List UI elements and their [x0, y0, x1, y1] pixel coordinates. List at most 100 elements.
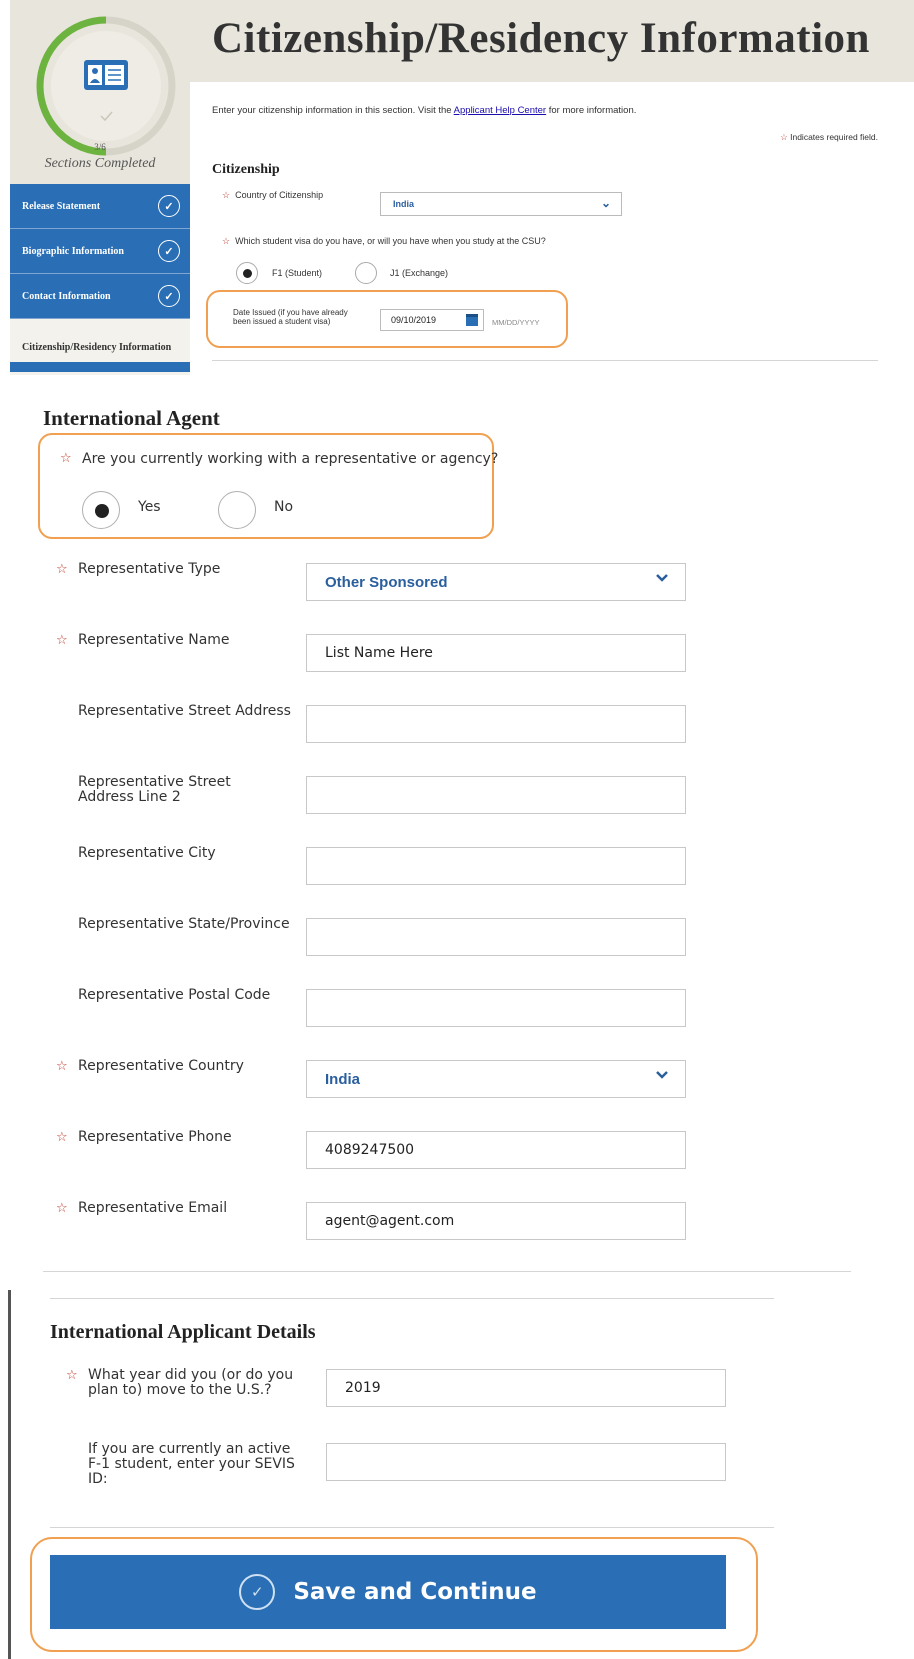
page-title: Citizenship/Residency Information: [212, 15, 870, 62]
agent-no-radio[interactable]: [218, 491, 256, 529]
agent-yes-radio[interactable]: [82, 491, 120, 529]
divider: [43, 1271, 851, 1272]
agent-no-label: No: [274, 499, 294, 515]
intro-text-end: for more information.: [546, 105, 637, 116]
label-text: Representative Phone: [78, 1129, 232, 1145]
representative-type-select[interactable]: Other Sponsored: [306, 563, 686, 601]
check-circle-icon: ✓: [158, 195, 180, 217]
required-star-icon: ☆: [56, 1130, 68, 1145]
representative-type-label: ☆ Representative Type: [56, 561, 221, 578]
date-value: 09/10/2019: [391, 315, 437, 325]
sidebar-item-label: Biographic Information: [22, 245, 124, 257]
representative-email-input[interactable]: agent@agent.com: [306, 1202, 686, 1240]
selected-value: India: [393, 199, 415, 209]
sidebar-item-release-statement[interactable]: Release Statement ✓: [10, 184, 190, 229]
label-text: Representative Country: [78, 1058, 244, 1074]
representative-name-label: ☆ Representative Name: [56, 632, 230, 649]
left-accent-bar: [8, 1290, 11, 1659]
required-star-icon: ☆: [56, 1201, 68, 1216]
label-text: Are you currently working with a represe…: [82, 451, 499, 467]
visa-question-label: ☆ Which student visa do you have, or wil…: [222, 236, 546, 247]
sidebar-item-label: Contact Information: [22, 290, 111, 302]
required-star-icon: ☆: [56, 562, 68, 577]
representative-street2-label: Representative Street Address Line 2: [78, 774, 231, 805]
representative-state-input[interactable]: [306, 918, 686, 956]
representative-phone-input[interactable]: 4089247500: [306, 1131, 686, 1169]
representative-city-label: Representative City: [78, 845, 216, 861]
agent-question-label: ☆ Are you currently working with a repres…: [60, 451, 499, 467]
representative-email-label: ☆ Representative Email: [56, 1200, 228, 1217]
international-applicant-details-heading: International Applicant Details: [50, 1321, 316, 1343]
sevis-id-input[interactable]: [326, 1443, 726, 1481]
section-nav: Release Statement ✓ Biographic Informati…: [10, 184, 190, 375]
citizenship-heading: Citizenship: [212, 162, 280, 177]
sidebar-bottom-bar: [10, 362, 190, 372]
move-year-input[interactable]: 2019: [326, 1369, 726, 1407]
representative-postal-input[interactable]: [306, 989, 686, 1027]
visa-f1-radio[interactable]: [236, 262, 258, 284]
representative-country-select[interactable]: India: [306, 1060, 686, 1098]
check-circle-icon: ✓: [239, 1574, 276, 1610]
date-format-hint: MM/DD/YYYY: [492, 318, 540, 327]
sections-completed-label: Sections Completed: [44, 156, 156, 171]
intro-text-start: Enter your citizenship information in th…: [212, 105, 454, 116]
sidebar-item-contact-information[interactable]: Contact Information ✓: [10, 274, 190, 319]
country-of-citizenship-select[interactable]: India ⌄: [380, 192, 622, 216]
representative-state-label: Representative State/Province: [78, 916, 290, 932]
representative-street-input[interactable]: [306, 705, 686, 743]
representative-postal-label: Representative Postal Code: [78, 987, 271, 1003]
label-text: Which student visa do you have, or will …: [235, 236, 546, 246]
required-field-note: ☆ Indicates required field.: [780, 132, 878, 143]
representative-country-label: ☆ Representative Country: [56, 1058, 244, 1075]
representative-phone-label: ☆ Representative Phone: [56, 1129, 232, 1146]
required-star-icon: ☆: [222, 236, 231, 246]
top-section: 3/6 Sections Completed Release Statement…: [0, 0, 914, 375]
label-text: Representative Email: [78, 1200, 228, 1216]
selected-value: Other Sponsored: [325, 574, 448, 591]
date-issued-input[interactable]: 09/10/2019: [380, 309, 484, 331]
representative-street-label: Representative Street Address: [78, 703, 291, 719]
check-circle-icon: ✓: [158, 285, 180, 307]
required-star-icon: ☆: [60, 451, 72, 466]
representative-street2-input[interactable]: [306, 776, 686, 814]
visa-j1-label: J1 (Exchange): [390, 268, 449, 278]
required-star-icon: ☆: [56, 633, 68, 648]
required-star-icon: ☆: [66, 1368, 78, 1383]
date-issued-label: Date Issued (if you have already been is…: [233, 308, 348, 326]
divider: [50, 1298, 774, 1299]
country-of-citizenship-label: ☆ Country of Citizenship: [222, 190, 323, 201]
visa-f1-label: F1 (Student): [272, 268, 323, 278]
divider: [50, 1527, 774, 1528]
international-agent-heading: International Agent: [43, 406, 220, 430]
label-text: Representative Name: [78, 632, 230, 648]
chevron-down-icon: ⌄: [600, 196, 611, 210]
visa-j1-radio[interactable]: [355, 262, 377, 284]
intro-text: Enter your citizenship information in th…: [212, 105, 636, 116]
sidebar-item-label: Citizenship/Residency Information: [22, 341, 172, 353]
check-circle-icon: ✓: [158, 240, 180, 262]
progress-ring: [36, 16, 176, 156]
sevis-id-label: If you are currently an active F-1 stude…: [88, 1441, 295, 1487]
required-note-text: Indicates required field.: [790, 132, 878, 142]
sidebar-item-label: Release Statement: [22, 200, 101, 212]
representative-city-input[interactable]: [306, 847, 686, 885]
divider: [212, 360, 878, 361]
sidebar: 3/6 Sections Completed Release Statement…: [10, 0, 190, 375]
sections-count: 3/6: [94, 142, 106, 152]
calendar-icon[interactable]: [466, 314, 478, 326]
representative-name-input[interactable]: List Name Here: [306, 634, 686, 672]
move-year-label: ☆ What year did you (or do you plan to) m…: [66, 1368, 308, 1398]
sidebar-item-biographic-information[interactable]: Biographic Information ✓: [10, 229, 190, 274]
chevron-down-icon: [656, 574, 668, 582]
save-button-label: Save and Continue: [293, 1579, 537, 1605]
label-text: Country of Citizenship: [235, 190, 324, 200]
chevron-down-icon: [656, 1071, 668, 1079]
required-star-icon: ☆: [222, 190, 231, 200]
selected-value: India: [325, 1071, 361, 1088]
agent-yes-label: Yes: [138, 499, 161, 515]
required-star-icon: ☆: [780, 132, 788, 142]
save-and-continue-button[interactable]: ✓ Save and Continue: [50, 1555, 726, 1629]
applicant-help-center-link[interactable]: Applicant Help Center: [454, 105, 546, 116]
required-star-icon: ☆: [56, 1059, 68, 1074]
label-text: Representative Type: [78, 561, 221, 577]
